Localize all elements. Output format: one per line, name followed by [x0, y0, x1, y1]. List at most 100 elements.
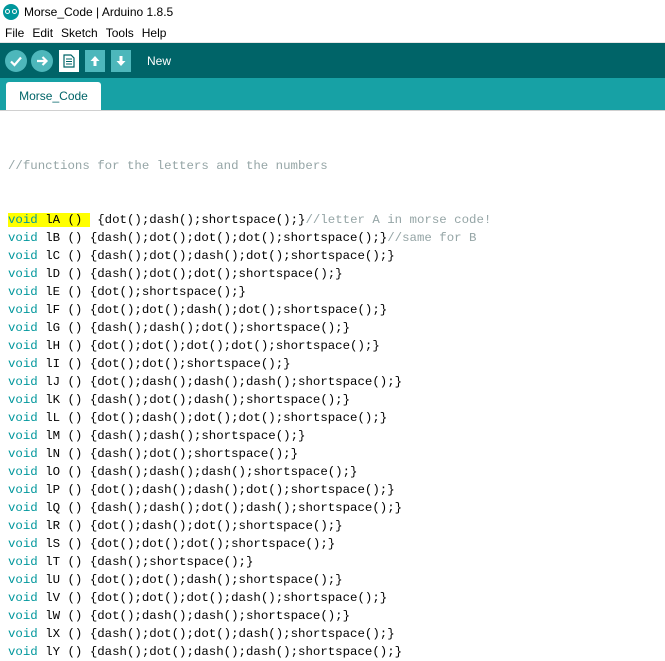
function-body: {dot();dot();dot();dot();shortspace();}: [89, 339, 380, 353]
keyword-void: void: [8, 375, 38, 389]
new-button[interactable]: [59, 49, 79, 72]
menu-sketch[interactable]: Sketch: [57, 26, 102, 40]
comment-line: //functions for the letters and the numb…: [8, 159, 328, 173]
open-button[interactable]: [85, 49, 105, 72]
code-line: void lC () {dash();dot();dash();dot();sh…: [8, 247, 491, 265]
function-args: (): [67, 429, 83, 443]
function-name: lM: [45, 429, 61, 443]
function-name: lN: [45, 447, 61, 461]
keyword-void: void: [8, 411, 38, 425]
window-title: Morse_Code | Arduino 1.8.5: [24, 4, 174, 19]
keyword-void: void: [8, 537, 38, 551]
code-line: void lA () {dot();dash();shortspace();}/…: [8, 211, 491, 229]
menu-edit[interactable]: Edit: [28, 26, 57, 40]
function-body: {dash();dot();dot();dot();shortspace();}: [89, 231, 388, 245]
save-button[interactable]: [111, 49, 131, 72]
menu-tools[interactable]: Tools: [102, 26, 138, 40]
keyword-void: void: [8, 501, 38, 515]
keyword-void: void: [8, 267, 38, 281]
keyword-void: void: [8, 483, 38, 497]
inline-comment: //same for B: [387, 231, 477, 245]
function-body: {dot();dot();shortspace();}: [89, 357, 291, 371]
function-args: (): [67, 537, 83, 551]
tab-strip: Morse_Code: [0, 78, 665, 110]
function-args: (): [67, 501, 83, 515]
keyword-void: void: [8, 519, 38, 533]
function-args: (): [67, 285, 83, 299]
code-editor[interactable]: //functions for the letters and the numb…: [0, 110, 665, 659]
code-line: void lJ () {dot();dash();dash();dash();s…: [8, 373, 491, 391]
function-name: lY: [45, 645, 61, 659]
code-line: void lW () {dot();dash();dash();shortspa…: [8, 607, 491, 625]
keyword-void: void: [8, 645, 38, 659]
keyword-void: void: [8, 231, 38, 245]
function-body: {dot();dash();dot();shortspace();}: [89, 519, 343, 533]
function-name: lT: [45, 555, 61, 569]
function-args: (): [67, 321, 83, 335]
function-args: (): [67, 357, 83, 371]
function-name: lR: [45, 519, 61, 533]
keyword-void: void: [8, 609, 38, 623]
title-bar: Morse_Code | Arduino 1.8.5: [0, 0, 665, 23]
open-icon: [90, 55, 100, 66]
code-line: void lM () {dash();dash();shortspace();}: [8, 427, 491, 445]
code-text[interactable]: //functions for the letters and the numb…: [8, 121, 491, 661]
menu-help[interactable]: Help: [138, 26, 171, 40]
code-line: void lO () {dash();dash();dash();shortsp…: [8, 463, 491, 481]
upload-button[interactable]: [31, 49, 53, 72]
function-body: {dash();dot();dash();dash();shortspace()…: [89, 645, 403, 659]
new-icon: [63, 53, 75, 68]
verify-button[interactable]: [5, 49, 27, 72]
function-args: (): [67, 519, 83, 533]
function-name: lC: [45, 249, 61, 263]
function-args: (): [67, 375, 83, 389]
keyword-void: void: [8, 303, 38, 317]
function-args: (): [67, 411, 83, 425]
code-line: void lH () {dot();dot();dot();dot();shor…: [8, 337, 491, 355]
selection-highlight: void lA (): [8, 213, 90, 227]
keyword-void: void: [8, 285, 38, 299]
code-line: void lR () {dot();dash();dot();shortspac…: [8, 517, 491, 535]
save-icon: [116, 55, 126, 66]
code-line: void lE () {dot();shortspace();}: [8, 283, 491, 301]
function-body: {dot();dash();dash();shortspace();}: [89, 609, 351, 623]
function-name: lJ: [45, 375, 61, 389]
keyword-void: void: [8, 393, 38, 407]
function-name: lP: [45, 483, 61, 497]
keyword-void: void: [8, 627, 38, 641]
keyword-void: void: [8, 339, 38, 353]
tab-morse-code[interactable]: Morse_Code: [6, 82, 101, 110]
function-body: {dash();dash();dash();shortspace();}: [89, 465, 358, 479]
code-line: void lS () {dot();dot();dot();shortspace…: [8, 535, 491, 553]
keyword-void: void: [8, 555, 38, 569]
code-line: void lT () {dash();shortspace();}: [8, 553, 491, 571]
function-body: {dash();dash();dot();dash();shortspace()…: [89, 501, 403, 515]
function-body: {dot();shortspace();}: [89, 285, 246, 299]
keyword-void: void: [8, 429, 38, 443]
code-line: void lF () {dot();dot();dash();dot();sho…: [8, 301, 491, 319]
function-name: lQ: [45, 501, 61, 515]
upload-icon: [37, 55, 49, 66]
function-body: {dot();dot();dot();dash();shortspace();}: [89, 591, 388, 605]
keyword-void: void: [8, 465, 38, 479]
function-body: {dot();dot();dot();shortspace();}: [89, 537, 336, 551]
code-line: void lN () {dash();dot();shortspace();}: [8, 445, 491, 463]
keyword-void: void: [8, 357, 38, 371]
function-body: {dash();dash();shortspace();}: [89, 429, 306, 443]
menu-bar: File Edit Sketch Tools Help: [0, 23, 665, 43]
code-line: void lY () {dash();dot();dash();dash();s…: [8, 643, 491, 661]
function-args: (): [67, 393, 83, 407]
function-args: (): [67, 609, 83, 623]
code-line: void lL () {dot();dash();dot();dot();sho…: [8, 409, 491, 427]
function-name: lL: [45, 411, 61, 425]
function-args: (): [67, 213, 83, 227]
function-name: lW: [45, 609, 61, 623]
function-body: {dash();dot();dot();dash();shortspace();…: [89, 627, 395, 641]
function-body: {dot();dot();dash();dot();shortspace();}: [89, 303, 388, 317]
toolbar: New: [0, 43, 665, 78]
function-body: {dot();dash();dot();dot();shortspace();}: [89, 411, 388, 425]
function-args: (): [67, 231, 83, 245]
function-body: {dot();dash();dash();dot();shortspace();…: [89, 483, 395, 497]
menu-file[interactable]: File: [0, 26, 28, 40]
function-name: lI: [45, 357, 61, 371]
